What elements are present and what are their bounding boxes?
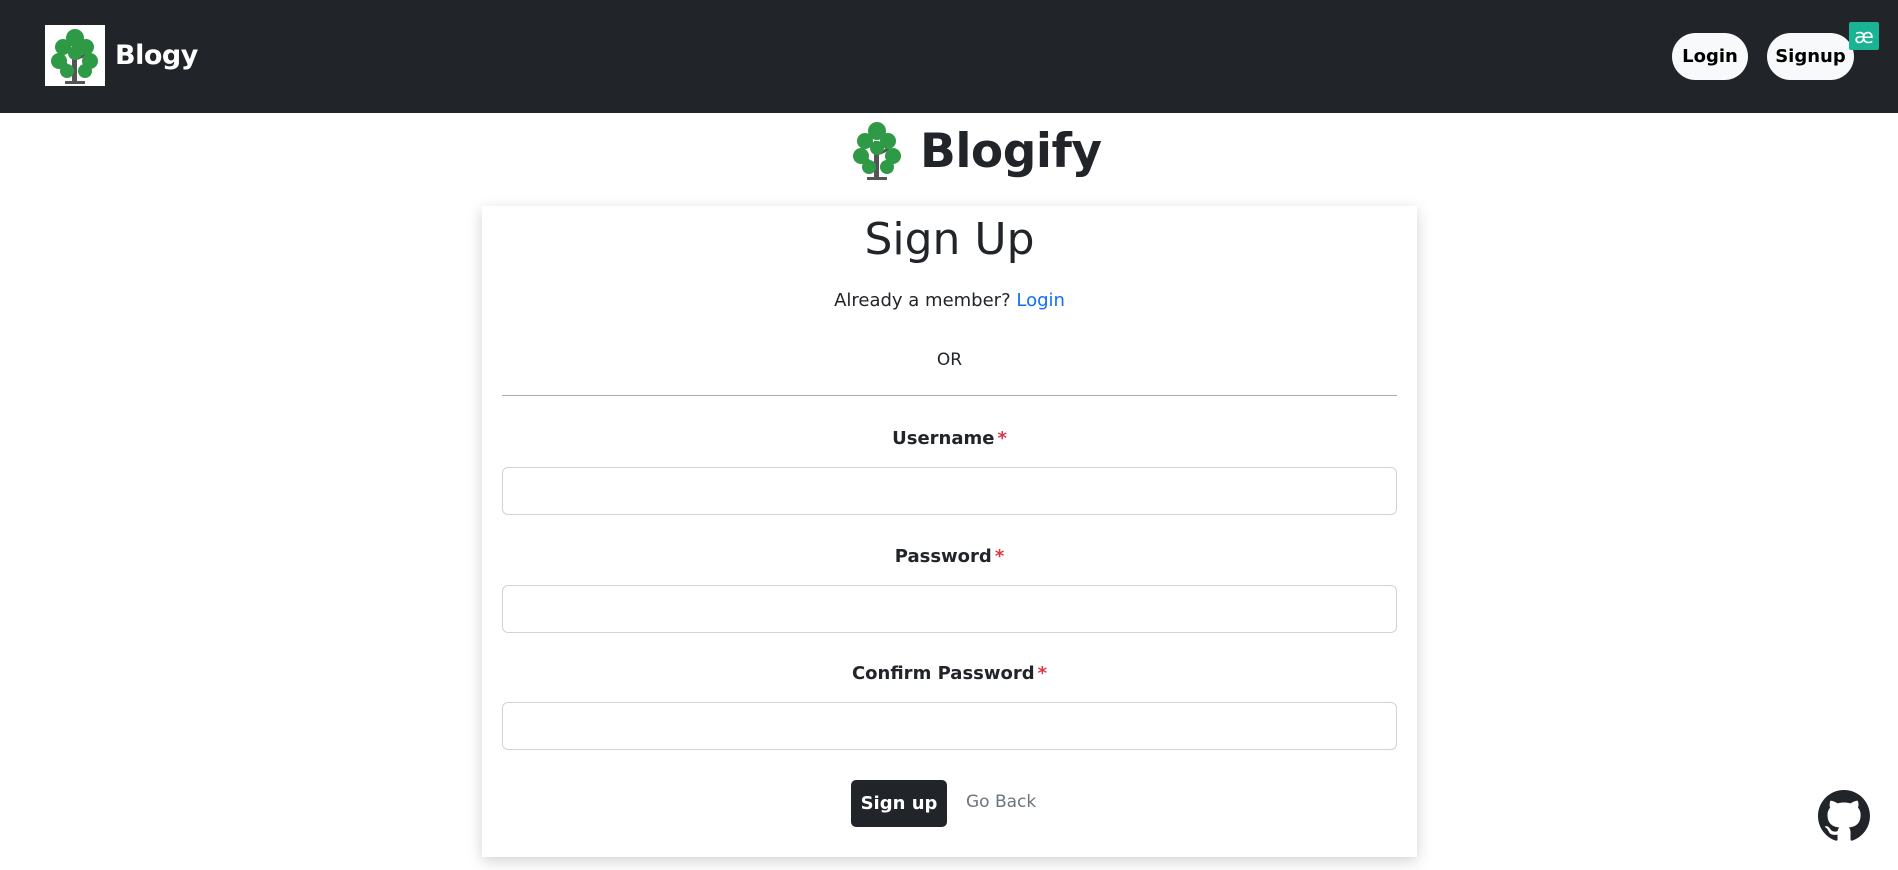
required-mark: * (1037, 663, 1048, 684)
go-back-link[interactable]: Go Back (966, 792, 1036, 812)
github-icon[interactable] (1818, 790, 1870, 842)
brand-name: Blogy (115, 40, 198, 71)
extension-badge-icon[interactable]: æ (1849, 22, 1879, 50)
password-label-text: Password (894, 546, 992, 567)
password-label: Password * (482, 546, 1417, 567)
hero-logo-block: Blogify (850, 118, 1102, 184)
or-separator: OR (936, 350, 963, 370)
login-link[interactable]: Login (1016, 290, 1065, 311)
login-button[interactable]: Login (1672, 33, 1748, 80)
signup-button[interactable]: Signup (1767, 33, 1854, 80)
top-navbar: Blogy Login Signup æ (0, 0, 1898, 113)
signup-card: Sign Up Already a member? Login OR Usern… (482, 206, 1417, 857)
page-title: Sign Up (864, 214, 1035, 265)
username-input[interactable] (502, 467, 1397, 515)
username-label-text: Username (892, 428, 995, 449)
member-prompt-line: Already a member? Login (482, 290, 1417, 311)
navbar-brand[interactable]: Blogy (45, 25, 198, 86)
tree-icon (45, 25, 105, 86)
tree-icon (853, 122, 901, 180)
divider (502, 395, 1397, 396)
member-prompt-text: Already a member? (834, 290, 1011, 311)
confirm-password-label: Confirm Password * (482, 663, 1417, 684)
confirm-password-input[interactable] (502, 702, 1397, 750)
required-mark: * (994, 546, 1005, 567)
signup-submit-button[interactable]: Sign up (851, 780, 947, 827)
required-mark: * (997, 428, 1007, 449)
hero-title: Blogify (920, 123, 1102, 179)
confirm-password-label-text: Confirm Password (851, 663, 1035, 684)
username-label: Username * (482, 428, 1417, 449)
password-input[interactable] (502, 585, 1397, 633)
